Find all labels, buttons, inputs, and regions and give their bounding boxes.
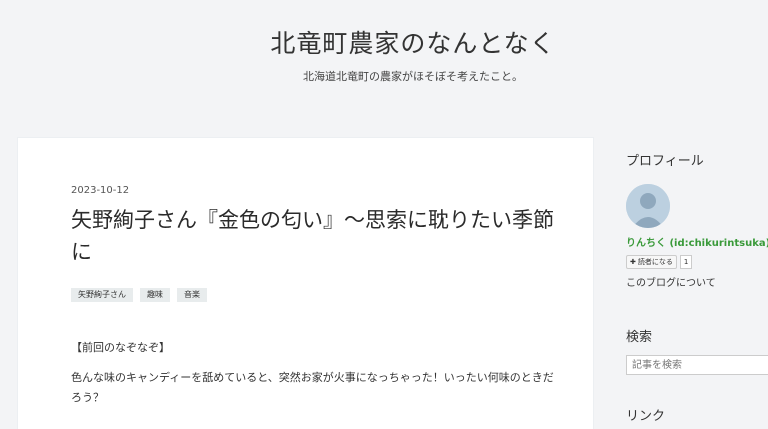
entry-card: 2023-10-12 矢野絢子さん『金色の匂い』〜思索に耽りたい季節に 矢野絢子…	[18, 138, 593, 429]
body-paragraph: 色んな味のキャンディーを舐めていると、突然お家が火事になっちゃった！いったい何味…	[71, 371, 554, 404]
links-title: リンク	[626, 409, 666, 424]
reader-count: 1	[679, 255, 693, 269]
profile-title: プロフィール	[626, 154, 704, 169]
category-tag-hobby[interactable]: 趣味	[140, 288, 170, 302]
subscribe-button[interactable]: ✚ 読者になる	[626, 255, 677, 269]
blog-title[interactable]: 北竜町農家のなんとなく	[0, 24, 768, 60]
sidebar: プロフィール りんちく (id:chikurintsuka) ✚ 読者になる 1…	[626, 150, 768, 429]
entry-categories: 矢野絢子さん 趣味 音楽	[71, 288, 207, 302]
entry-title[interactable]: 矢野絢子さん『金色の匂い』〜思索に耽りたい季節に	[71, 204, 561, 268]
about-blog-link[interactable]: このブログについて	[626, 274, 768, 289]
category-tag-yano[interactable]: 矢野絢子さん	[71, 288, 133, 302]
entry-body: 【前回のなぞなぞ】 色んな味のキャンディーを舐めていると、突然お家が火事になっち…	[71, 338, 561, 422]
category-tag-music[interactable]: 音楽	[177, 288, 207, 302]
search-input[interactable]	[626, 355, 768, 375]
blog-description: 北海道北竜町の農家がほそぼそ考えたこと。	[303, 70, 523, 83]
subscribe-label: 読者になる	[637, 258, 673, 266]
plus-icon: ✚	[630, 258, 636, 266]
entry-date[interactable]: 2023-10-12	[71, 185, 129, 196]
profile-name-link[interactable]: りんちく (id:chikurintsuka)	[626, 234, 768, 249]
body-heading: 【前回のなぞなぞ】	[71, 341, 170, 354]
default-user-avatar-icon[interactable]	[626, 184, 670, 228]
reader-row: ✚ 読者になる 1	[626, 255, 768, 269]
page: 北竜町農家のなんとなく 北海道北竜町の農家がほそぼそ考えたこと。 2023-10…	[0, 0, 768, 429]
search-title: 検索	[626, 330, 653, 345]
